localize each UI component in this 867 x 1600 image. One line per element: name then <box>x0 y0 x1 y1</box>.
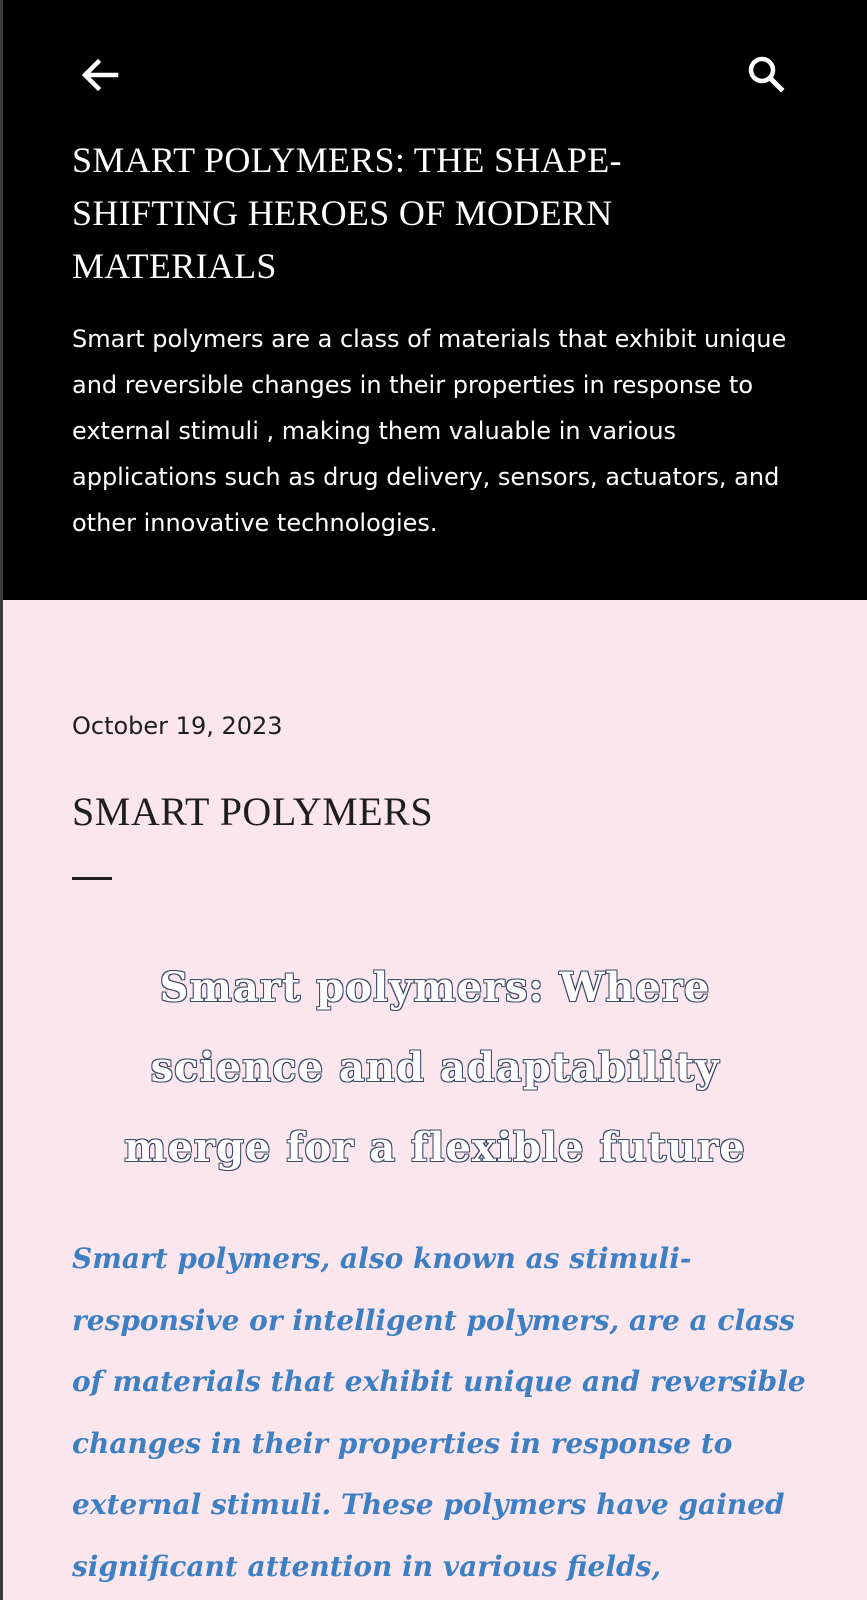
post-title[interactable]: SMART POLYMERS <box>72 788 433 835</box>
search-icon <box>744 52 790 98</box>
blog-title: SMART POLYMERS: THE SHAPE-SHIFTING HEROE… <box>72 140 622 286</box>
post-subtitle: Smart polymers: Where science and adapta… <box>124 964 746 1171</box>
back-button[interactable] <box>76 52 122 98</box>
search-button[interactable] <box>744 52 790 98</box>
title-divider <box>72 877 112 880</box>
arrow-left-icon <box>76 52 122 98</box>
left-edge-divider <box>0 0 3 1600</box>
blog-description: Smart polymers are a class of materials … <box>72 325 787 537</box>
page: SMART POLYMERS: THE SHAPE-SHIFTING HEROE… <box>0 0 867 1600</box>
blog-header: SMART POLYMERS: THE SHAPE-SHIFTING HEROE… <box>0 0 867 600</box>
post-intro-paragraph: Smart polymers, also known as stimuli-re… <box>72 1242 806 1583</box>
post-date[interactable]: October 19, 2023 <box>72 712 283 740</box>
